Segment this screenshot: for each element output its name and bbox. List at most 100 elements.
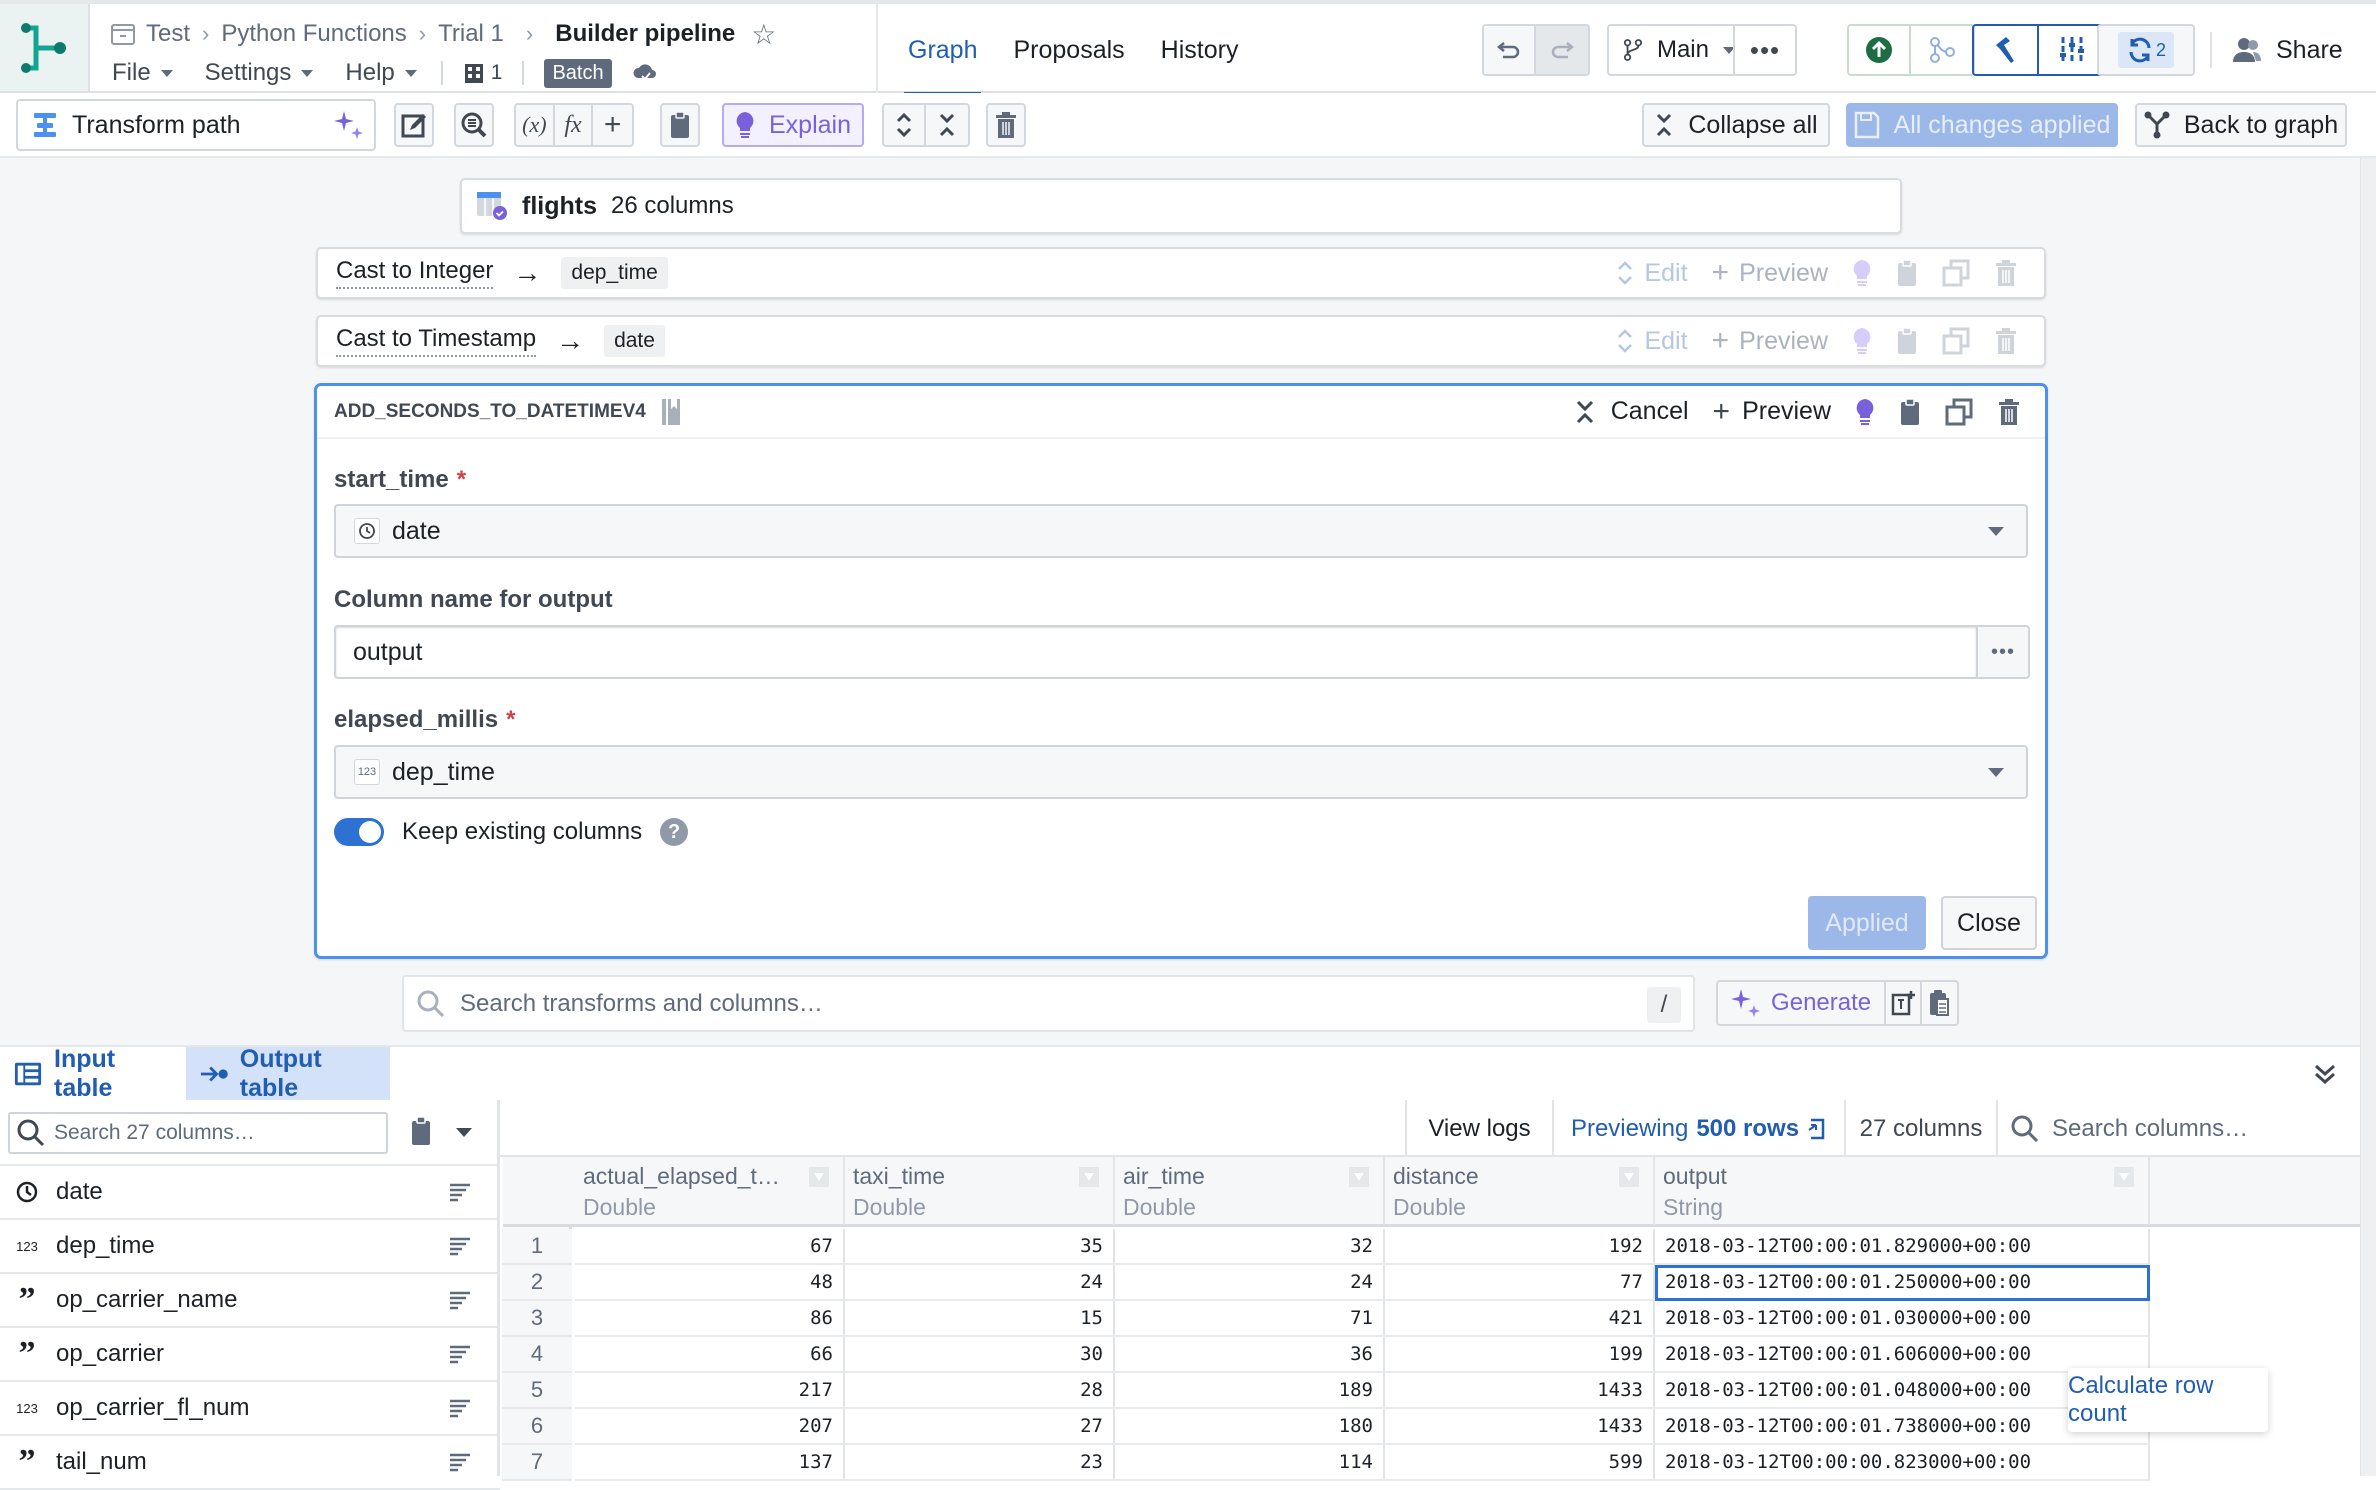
- table-cell[interactable]: 421: [1385, 1301, 1655, 1337]
- clipboard-button[interactable]: [660, 103, 700, 147]
- table-cell[interactable]: 27: [845, 1409, 1115, 1445]
- input-dataset-node[interactable]: flights 26 columns: [460, 178, 1902, 234]
- calculate-row-count-popover[interactable]: Calculate row count: [2068, 1368, 2268, 1432]
- column-header[interactable]: output String: [1655, 1157, 2150, 1225]
- table-cell[interactable]: 180: [1115, 1409, 1385, 1445]
- add-button[interactable]: +: [593, 105, 632, 145]
- clipboard-icon[interactable]: [1899, 397, 1921, 426]
- sort-icon[interactable]: [448, 1398, 472, 1418]
- lightbulb-icon[interactable]: [1855, 398, 1875, 426]
- output-name-more-button[interactable]: •••: [1976, 625, 2030, 679]
- edit-button[interactable]: Edit: [1616, 327, 1688, 356]
- scrollbar[interactable]: [2360, 158, 2376, 1476]
- menu-help[interactable]: Help: [345, 59, 417, 87]
- table-cell[interactable]: 2018-03-12T00:00:01.250000+00:00: [1655, 1265, 2150, 1301]
- all-changes-applied-button[interactable]: All changes applied: [1846, 103, 2118, 147]
- share-button[interactable]: Share: [2232, 24, 2343, 76]
- sort-icon[interactable]: [448, 1452, 472, 1472]
- help-icon[interactable]: ?: [660, 818, 689, 846]
- table-cell[interactable]: 36: [1115, 1337, 1385, 1373]
- previewing-rows-button[interactable]: Previewing 500 rows: [1554, 1100, 1844, 1157]
- sort-icon[interactable]: [448, 1290, 472, 1310]
- add-text-button[interactable]: [1886, 982, 1922, 1024]
- table-cell[interactable]: 28: [845, 1373, 1115, 1409]
- preview-button[interactable]: + Preview: [1712, 256, 1828, 290]
- clipboard-icon[interactable]: [1896, 259, 1918, 287]
- column-header[interactable]: distance Double: [1385, 1157, 1655, 1225]
- output-name-input[interactable]: output: [334, 625, 1978, 679]
- table-cell[interactable]: 32: [1115, 1229, 1385, 1265]
- filter-icon[interactable]: [1349, 1167, 1369, 1187]
- delete-button[interactable]: [986, 103, 1026, 147]
- tab-graph[interactable]: Graph: [903, 4, 983, 97]
- column-list-item[interactable]: 123 op_carrier_fl_num: [0, 1382, 500, 1436]
- table-cell[interactable]: 24: [1115, 1265, 1385, 1301]
- trash-icon[interactable]: [1997, 398, 2021, 426]
- undo-button[interactable]: [1484, 26, 1537, 74]
- variable-button[interactable]: (x): [516, 105, 555, 145]
- table-cell[interactable]: 15: [845, 1301, 1115, 1337]
- sort-icon[interactable]: [448, 1344, 472, 1364]
- column-header[interactable]: air_time Double: [1115, 1157, 1385, 1225]
- duplicate-icon[interactable]: [1945, 398, 1973, 426]
- redo-button[interactable]: [1536, 26, 1588, 74]
- column-list-item[interactable]: ” op_carrier: [0, 1328, 500, 1382]
- edit-button[interactable]: [394, 103, 434, 147]
- transform-card[interactable]: Cast to Integer → dep_time Edit + Preview: [316, 247, 2046, 299]
- tab-output-table[interactable]: Output table: [186, 1045, 390, 1102]
- caret-down-icon[interactable]: [456, 1128, 472, 1137]
- column-header[interactable]: actual_elapsed_t… Double: [575, 1157, 845, 1225]
- breadcrumb-item[interactable]: Test: [146, 20, 190, 48]
- close-button[interactable]: Close: [1941, 896, 2037, 950]
- clipboard-icon[interactable]: [1896, 327, 1918, 355]
- table-cell[interactable]: 67: [575, 1229, 845, 1265]
- back-to-graph-button[interactable]: Back to graph: [2135, 103, 2347, 147]
- transform-name[interactable]: Cast to Integer: [336, 257, 494, 289]
- generate-button[interactable]: Generate: [1718, 982, 1887, 1024]
- preview-button[interactable]: + Preview: [1713, 395, 1831, 429]
- transform-card[interactable]: Cast to Timestamp → date Edit + Preview: [316, 315, 2046, 367]
- bookmark-icon[interactable]: [660, 397, 682, 427]
- tab-proposals[interactable]: Proposals: [1013, 4, 1124, 97]
- menu-file[interactable]: File: [112, 59, 173, 87]
- sync-button[interactable]: 2: [2097, 24, 2195, 76]
- pipeline-builder-logo[interactable]: [0, 4, 90, 91]
- applied-button[interactable]: Applied: [1808, 896, 1926, 950]
- column-list-item[interactable]: date: [0, 1166, 500, 1220]
- lightbulb-icon[interactable]: [1852, 259, 1872, 287]
- table-cell[interactable]: 77: [1385, 1265, 1655, 1301]
- propose-button[interactable]: [1911, 26, 1973, 74]
- table-cell[interactable]: 2018-03-12T00:00:01.829000+00:00: [1655, 1229, 2150, 1265]
- preview-button[interactable]: + Preview: [1712, 324, 1828, 358]
- transform-name[interactable]: Cast to Timestamp: [336, 325, 537, 357]
- sort-icon[interactable]: [448, 1182, 472, 1202]
- lightbulb-icon[interactable]: [1852, 327, 1872, 355]
- breadcrumb-item[interactable]: Trial 1: [438, 20, 504, 48]
- branch-more-button[interactable]: •••: [1733, 24, 1797, 76]
- duplicate-icon[interactable]: [1942, 259, 1970, 287]
- table-cell[interactable]: 1433: [1385, 1409, 1655, 1445]
- inspect-button[interactable]: [454, 103, 494, 147]
- collapse-panel-icon[interactable]: [2312, 1061, 2338, 1087]
- view-logs-button[interactable]: View logs: [1407, 1100, 1552, 1157]
- table-cell[interactable]: 35: [845, 1229, 1115, 1265]
- table-cell[interactable]: 48: [575, 1265, 845, 1301]
- table-cell[interactable]: 217: [575, 1373, 845, 1409]
- sort-icon[interactable]: [448, 1236, 472, 1256]
- table-cell[interactable]: 2018-03-12T00:00:01.030000+00:00: [1655, 1301, 2150, 1337]
- search-columns-input[interactable]: Search columns…: [2010, 1100, 2248, 1157]
- settings-sliders-button[interactable]: [2039, 26, 2104, 74]
- trash-icon[interactable]: [1994, 259, 2018, 287]
- table-cell[interactable]: 30: [845, 1337, 1115, 1373]
- paste-button[interactable]: [1922, 982, 1957, 1024]
- expand-all-button[interactable]: [884, 105, 927, 145]
- collapse-button[interactable]: [926, 105, 968, 145]
- column-search-input[interactable]: Search 27 columns…: [8, 1112, 388, 1154]
- table-cell[interactable]: 71: [1115, 1301, 1385, 1337]
- column-header[interactable]: taxi_time Double: [845, 1157, 1115, 1225]
- breadcrumb-item[interactable]: Python Functions: [221, 20, 406, 48]
- start-time-select[interactable]: date: [334, 504, 2028, 558]
- table-cell[interactable]: 192: [1385, 1229, 1655, 1265]
- search-transforms-input[interactable]: Search transforms and columns… /: [402, 975, 1695, 1032]
- collapse-all-button[interactable]: Collapse all: [1642, 103, 1830, 147]
